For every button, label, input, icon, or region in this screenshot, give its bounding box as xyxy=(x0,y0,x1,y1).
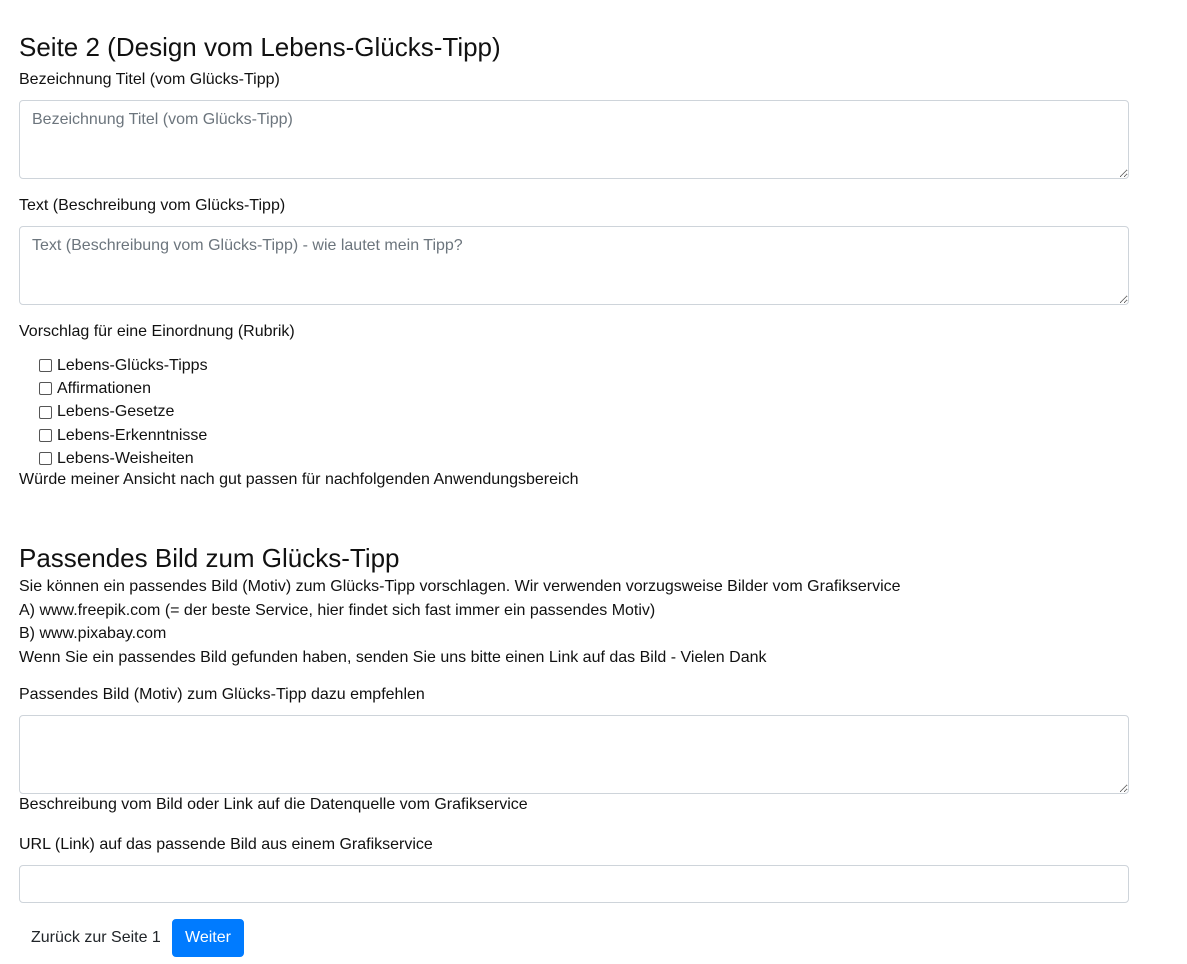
checkbox[interactable] xyxy=(39,405,52,419)
checkbox-label: Lebens-Erkenntnisse xyxy=(57,426,208,444)
info-line: Sie können ein passendes Bild (Motiv) zu… xyxy=(19,578,901,595)
checkbox[interactable] xyxy=(39,452,52,466)
info-line: A) www.freepik.com (= der beste Service,… xyxy=(19,601,656,619)
info-line: B) www.pixabay.com xyxy=(19,625,167,642)
checkbox-label: Lebens-Glücks-Tipps xyxy=(57,356,208,374)
info-line: Wenn Sie ein passendes Bild gefunden hab… xyxy=(19,648,767,666)
recommend-image-help: Beschreibung vom Bild oder Link auf die … xyxy=(19,796,528,813)
description-textarea[interactable] xyxy=(19,226,1129,305)
image-section-heading: Passendes Bild zum Glücks-Tipp xyxy=(19,542,400,573)
image-url-label: URL (Link) auf das passende Bild aus ein… xyxy=(19,836,433,853)
checkbox[interactable] xyxy=(39,382,52,396)
title-field-label: Bezeichnung Titel (vom Glücks-Tipp) xyxy=(19,71,280,88)
category-option-lebens-erkenntnisse[interactable]: Lebens-Erkenntnisse xyxy=(39,424,208,447)
category-option-lebens-gluecks-tipps[interactable]: Lebens-Glücks-Tipps xyxy=(39,354,208,377)
category-label: Vorschlag für eine Einordnung (Rubrik) xyxy=(19,323,295,340)
image-info-text: Sie können ein passendes Bild (Motiv) zu… xyxy=(19,575,901,669)
recommend-image-label: Passendes Bild (Motiv) zum Glücks-Tipp d… xyxy=(19,686,425,703)
back-to-page-1-button[interactable]: Zurück zur Seite 1 xyxy=(19,919,173,957)
category-note: Würde meiner Ansicht nach gut passen für… xyxy=(19,471,579,488)
checkbox-label: Lebens-Weisheiten xyxy=(57,449,194,467)
category-option-lebens-weisheiten[interactable]: Lebens-Weisheiten xyxy=(39,447,208,470)
checkbox[interactable] xyxy=(39,359,52,373)
category-option-lebens-gesetze[interactable]: Lebens-Gesetze xyxy=(39,401,208,424)
category-checkbox-group: Lebens-Glücks-Tipps Affirmationen Lebens… xyxy=(39,354,208,470)
text-field-label: Text (Beschreibung vom Glücks-Tipp) xyxy=(19,197,286,214)
category-option-affirmationen[interactable]: Affirmationen xyxy=(39,377,208,400)
checkbox[interactable] xyxy=(39,429,52,443)
checkbox-label: Affirmationen xyxy=(57,379,151,397)
recommend-image-textarea[interactable] xyxy=(19,715,1129,794)
title-textarea[interactable] xyxy=(19,100,1129,179)
image-url-input[interactable] xyxy=(19,865,1129,903)
checkbox-label: Lebens-Gesetze xyxy=(57,403,175,421)
next-button[interactable]: Weiter xyxy=(172,919,244,957)
page-title: Seite 2 (Design vom Lebens-Glücks-Tipp) xyxy=(19,32,501,63)
